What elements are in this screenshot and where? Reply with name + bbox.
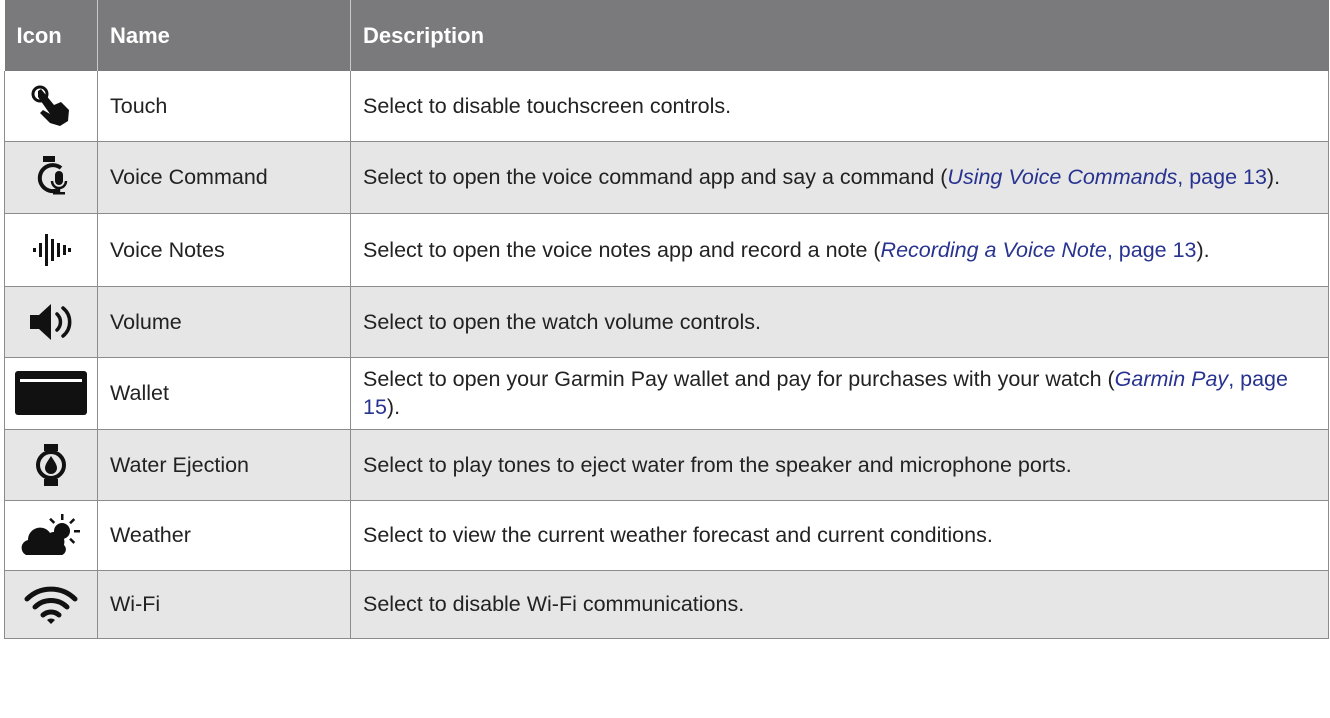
table-row: Wallet Select to open your Garmin Pay wa…: [4, 357, 1329, 430]
row-description: Select to open the voice command app and…: [350, 141, 1329, 214]
wifi-icon: [23, 583, 79, 625]
row-description: Select to open the voice notes app and r…: [350, 213, 1329, 287]
icon-cell: [4, 429, 98, 501]
row-description: Select to disable Wi-Fi communications.: [350, 570, 1329, 639]
wallet-icon: [14, 370, 88, 416]
header-name: Name: [97, 0, 351, 71]
icon-cell: [4, 71, 98, 142]
row-name: Weather: [97, 500, 351, 571]
table-header-row: Icon Name Description: [4, 0, 1329, 71]
row-name: Wi-Fi: [97, 570, 351, 639]
voice-notes-icon: [31, 230, 71, 270]
icon-cell: [4, 213, 98, 287]
icon-cell: [4, 357, 98, 430]
table-row: Wi-Fi Select to disable Wi-Fi communicat…: [4, 570, 1329, 639]
cross-reference-link[interactable]: Garmin Pay: [1115, 367, 1229, 391]
header-description: Description: [350, 0, 1329, 71]
cross-reference-link[interactable]: Using Voice Commands: [947, 165, 1177, 189]
row-name: Volume: [97, 286, 351, 358]
page-reference[interactable]: , page 13: [1107, 238, 1197, 262]
row-name: Wallet: [97, 357, 351, 430]
cross-reference-link[interactable]: Recording a Voice Note: [881, 238, 1107, 262]
row-name: Voice Notes: [97, 213, 351, 287]
volume-icon: [26, 300, 76, 344]
row-description: Select to play tones to eject water from…: [350, 429, 1329, 501]
icon-cell: [4, 500, 98, 571]
icon-cell: [4, 570, 98, 639]
row-name: Voice Command: [97, 141, 351, 214]
row-description: Select to open the watch volume controls…: [350, 286, 1329, 358]
table-row: Voice Command Select to open the voice c…: [4, 141, 1329, 214]
table-row: Weather Select to view the current weath…: [4, 500, 1329, 571]
controls-table-container: Icon Name Description Touch Select to di…: [4, 0, 1329, 639]
touch-icon: [28, 83, 74, 129]
voice-command-icon: [31, 154, 71, 200]
water-ejection-icon: [35, 443, 67, 487]
table-row: Touch Select to disable touchscreen cont…: [4, 71, 1329, 142]
icon-cell: [4, 141, 98, 214]
page-reference[interactable]: , page 13: [1177, 165, 1267, 189]
row-description: Select to disable touchscreen controls.: [350, 71, 1329, 142]
table-row: Water Ejection Select to play tones to e…: [4, 429, 1329, 501]
row-description: Select to open your Garmin Pay wallet an…: [350, 357, 1329, 430]
icon-cell: [4, 286, 98, 358]
controls-icon-table: Icon Name Description Touch Select to di…: [4, 0, 1329, 639]
table-row: Voice Notes Select to open the voice not…: [4, 213, 1329, 287]
row-name: Touch: [97, 71, 351, 142]
row-name: Water Ejection: [97, 429, 351, 501]
table-row: Volume Select to open the watch volume c…: [4, 286, 1329, 358]
header-icon: Icon: [4, 0, 98, 71]
row-description: Select to view the current weather forec…: [350, 500, 1329, 571]
weather-icon: [20, 513, 82, 557]
